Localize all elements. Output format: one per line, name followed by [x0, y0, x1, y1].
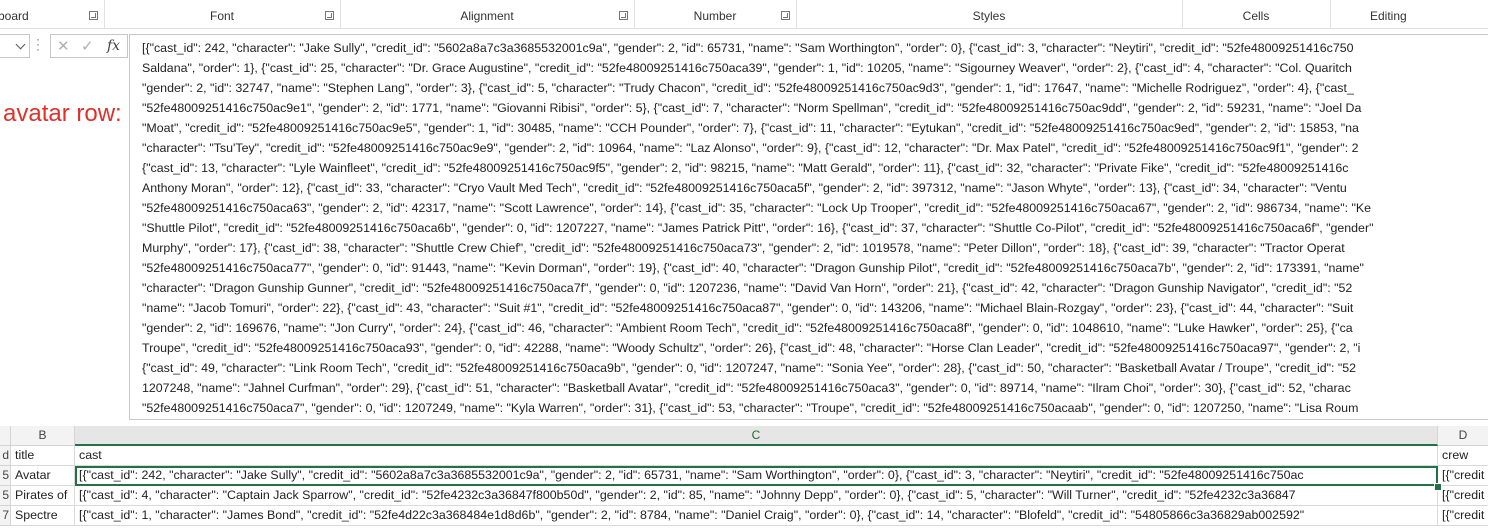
formula-line: Saldana", "order": 1}, {"cast_id": 25, "… — [142, 61, 1352, 75]
column-header-c[interactable]: C — [75, 426, 1438, 446]
ribbon-group-editing: Editing — [1330, 0, 1488, 28]
ribbon-group-label: Font — [209, 9, 234, 23]
formula-line: Murphy", "order": 17}, {"cast_id": 38, "… — [142, 241, 1345, 255]
row-header[interactable]: 7 — [0, 506, 11, 526]
corner-header[interactable] — [0, 426, 11, 446]
ribbon-group-label: Styles — [972, 9, 1006, 23]
cell-cast[interactable]: [{"cast_id": 1, "character": "James Bond… — [75, 506, 1438, 526]
dialog-launcher-icon[interactable] — [89, 11, 98, 20]
formula-bar-buttons: ✕ ✓ fx — [50, 34, 128, 58]
dialog-launcher-icon[interactable] — [619, 11, 628, 20]
ribbon-group-clipboard: board — [0, 0, 105, 28]
formula-line: {"cast_id": 13, "character": "Lyle Wainf… — [142, 161, 1349, 175]
more-options-icon[interactable]: · · · — [36, 33, 40, 55]
ribbon-group-label: Cells — [1242, 9, 1270, 23]
ribbon-group-cells: Cells — [1182, 0, 1331, 28]
ribbon-group-styles: Styles — [796, 0, 1183, 28]
ribbon-group-number: Number — [634, 0, 797, 28]
column-header-d[interactable]: D — [1438, 426, 1488, 446]
annotation-label: avatar row: — [3, 100, 122, 127]
cell-crew[interactable]: [{"credit — [1438, 466, 1488, 486]
ribbon-group-font: Font — [104, 0, 341, 28]
fill-handle[interactable] — [1434, 483, 1442, 491]
cell-cast-header[interactable]: cast — [75, 446, 1438, 466]
formula-line: "Shuttle Pilot", "credit_id": "52fe48009… — [142, 221, 1374, 235]
formula-line: Anthony Moran", "order": 12}, {"cast_id"… — [142, 181, 1347, 195]
cell-title[interactable]: Pirates of — [11, 486, 75, 506]
formula-line: "character": "Tsu'Tey", "credit_id": "52… — [142, 141, 1359, 155]
dialog-launcher-icon[interactable] — [781, 11, 790, 20]
dialog-launcher-icon[interactable] — [325, 11, 334, 20]
formula-bar-input[interactable]: [{"cast_id": 242, "character": "Jake Sul… — [129, 34, 1488, 420]
formula-line: "character": "Dragon Gunship Gunner", "c… — [142, 281, 1353, 295]
formula-line: "52fe48009251416c750aca7", "gender": 0, … — [142, 401, 1359, 415]
cell-crew[interactable]: [{"credit — [1438, 486, 1488, 506]
ribbon-group-label: Editing — [1370, 9, 1407, 23]
formula-line: Troupe", "credit_id": "52fe48009251416c7… — [142, 341, 1361, 355]
formula-line: "52fe48009251416c750ac9e1", "gender": 2,… — [142, 101, 1362, 115]
cell-crew[interactable]: [{"credit — [1438, 506, 1488, 526]
column-header-b[interactable]: B — [11, 426, 75, 446]
ribbon-group-alignment: Alignment — [340, 0, 635, 28]
formula-line: "52fe48009251416c750aca63", "gender": 2,… — [142, 201, 1372, 215]
enter-icon[interactable]: ✓ — [81, 37, 94, 55]
ribbon-group-labels: board Font Alignment Number Styles Cells… — [0, 0, 1488, 29]
row-header[interactable]: 5 — [0, 486, 11, 506]
formula-line: [{"cast_id": 242, "character": "Jake Sul… — [142, 41, 1354, 55]
ribbon-group-label: Number — [693, 9, 737, 23]
formula-line: "gender": 2, "id": 169676, "name": "Jon … — [142, 321, 1353, 335]
cell-cast[interactable]: [{"cast_id": 4, "character": "Captain Ja… — [75, 486, 1438, 506]
formula-line: "52fe48009251416c750aca77", "gender": 0,… — [142, 261, 1364, 275]
formula-line: "Moat", "credit_id": "52fe48009251416c75… — [142, 121, 1359, 135]
row-header[interactable]: d — [0, 446, 11, 466]
formula-line: "gender": 2, "id": 32747, "name": "Steph… — [142, 81, 1354, 95]
cancel-icon[interactable]: ✕ — [57, 37, 70, 55]
insert-function-icon[interactable]: fx — [107, 38, 120, 54]
cell-crew-header[interactable]: crew — [1438, 446, 1488, 466]
formula-line: 1207248, "name": "Jahnel Curfman", "orde… — [142, 381, 1351, 395]
name-box[interactable] — [0, 34, 30, 58]
formula-line: {"cast_id": 49, "character": "Link Room … — [142, 361, 1357, 375]
chevron-down-icon[interactable] — [15, 39, 26, 50]
formula-line: "name": "Jacob Tomuri", "order": 22}, {"… — [142, 301, 1354, 315]
cell-title-header[interactable]: title — [11, 446, 75, 466]
cell-title[interactable]: Avatar — [11, 466, 75, 486]
ribbon-group-label: Alignment — [460, 9, 514, 23]
row-header[interactable]: 5 — [0, 466, 11, 486]
cell-title[interactable]: Spectre — [11, 506, 75, 526]
cell-cast-active[interactable]: [{"cast_id": 242, "character": "Jake Sul… — [75, 466, 1438, 486]
